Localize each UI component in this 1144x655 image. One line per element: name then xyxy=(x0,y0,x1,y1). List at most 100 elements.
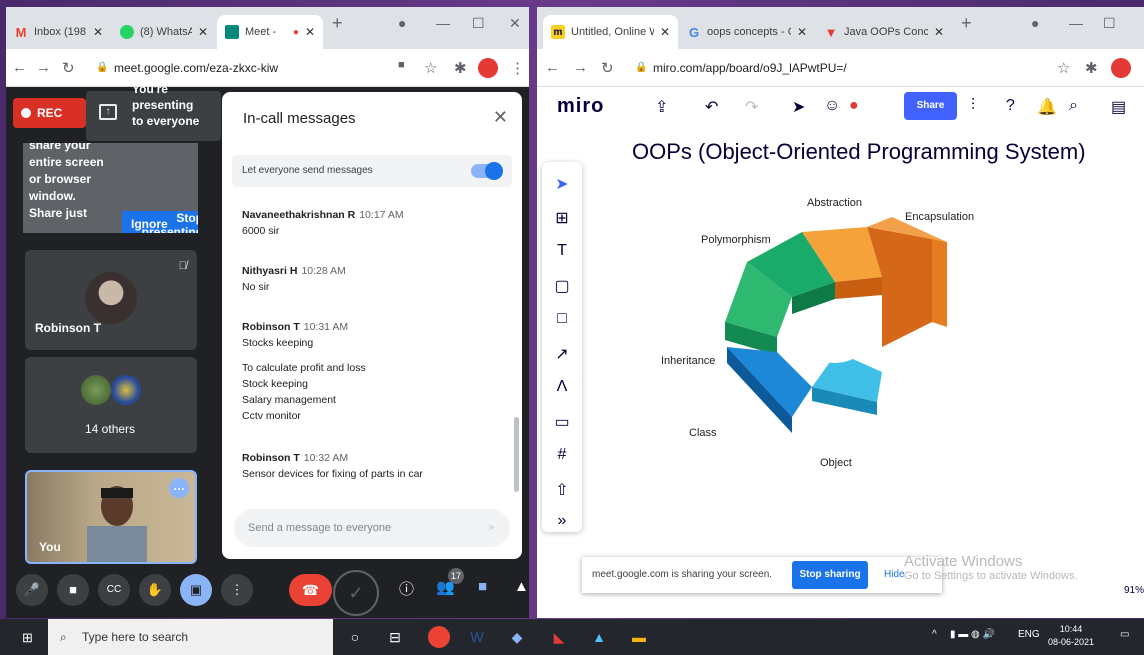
close-icon[interactable]: ✕ xyxy=(93,25,103,39)
reaction-icon[interactable]: ☺ xyxy=(824,97,840,115)
close-window-button[interactable]: ✕ xyxy=(509,15,521,32)
notes-icon[interactable]: ▤ xyxy=(1111,97,1126,117)
tab-search-icon[interactable]: ● xyxy=(1031,15,1039,31)
captions-button[interactable]: CC xyxy=(98,574,130,606)
forward-icon[interactable]: → xyxy=(36,59,51,76)
pdf-icon[interactable]: ◣ xyxy=(548,626,570,648)
app-icon[interactable]: ◆ xyxy=(506,626,528,648)
undo-icon[interactable]: ↶ xyxy=(705,97,718,117)
stop-sharing-button[interactable]: Stop sharing xyxy=(792,561,868,589)
select-tool-icon[interactable]: ➤ xyxy=(542,174,582,194)
clock[interactable]: 10:44 08-06-2021 xyxy=(1048,623,1094,649)
tab-whatsapp[interactable]: (8) WhatsA ✕ xyxy=(112,15,216,49)
photos-icon[interactable]: ▲ xyxy=(588,626,610,648)
cortana-icon[interactable]: ○ xyxy=(344,626,366,648)
send-icon[interactable]: ➤ xyxy=(487,509,496,547)
back-icon[interactable]: ← xyxy=(545,59,560,76)
more-tools-icon[interactable]: » xyxy=(542,512,582,530)
participant-tile[interactable]: 14 others xyxy=(25,357,197,453)
activities-icon[interactable]: ▲ xyxy=(514,578,529,595)
leave-call-button[interactable]: ☎ xyxy=(289,574,332,606)
file-explorer-icon[interactable]: ▬ xyxy=(628,626,650,648)
tab-javatpoint[interactable]: ▼ Java OOPs Concep ✕ xyxy=(816,15,952,49)
tab-google[interactable]: G oops concepts - G ✕ xyxy=(679,15,815,49)
sticky-note-icon[interactable]: ▢ xyxy=(542,276,582,296)
close-icon[interactable]: ✕ xyxy=(934,25,944,39)
collaborator-avatar[interactable]: ● xyxy=(849,97,859,115)
profile-avatar[interactable] xyxy=(478,58,498,78)
tray-chevron-icon[interactable]: ^ xyxy=(932,629,937,640)
zoom-level[interactable]: 91% xyxy=(1124,585,1144,596)
more-options-icon[interactable]: … xyxy=(169,478,189,498)
profile-avatar[interactable] xyxy=(1111,58,1131,78)
address-bar[interactable]: 🔒 miro.com/app/board/o9J_lAPwtPU=/ xyxy=(625,55,1065,81)
self-video-tile[interactable]: … You xyxy=(25,470,197,564)
info-icon[interactable]: ⓘ xyxy=(399,578,414,599)
notification-icon[interactable]: ▭ xyxy=(1120,629,1129,640)
raise-hand-button[interactable]: ✋ xyxy=(139,574,171,606)
task-view-icon[interactable]: ⊟ xyxy=(384,626,406,648)
tab-gmail[interactable]: M Inbox (198 ✕ xyxy=(6,15,111,49)
people-icon[interactable]: 👥 xyxy=(436,578,455,596)
star-icon[interactable]: ☆ xyxy=(1057,59,1070,77)
text-tool-icon[interactable]: T xyxy=(542,242,582,260)
arrow-tool-icon[interactable]: ↗ xyxy=(542,344,582,364)
language-indicator[interactable]: ENG xyxy=(1018,629,1040,640)
close-icon[interactable]: ✕ xyxy=(198,25,208,39)
close-icon[interactable]: ✕ xyxy=(660,25,670,39)
new-tab-button[interactable]: + xyxy=(961,13,972,34)
taskbar-search[interactable]: ⌕ Type here to search xyxy=(48,619,333,655)
hide-button[interactable]: Hide xyxy=(884,569,905,580)
check-icon[interactable]: ✓ xyxy=(333,570,379,616)
maximize-button[interactable]: ☐ xyxy=(1103,15,1116,32)
cast-icon[interactable]: ■ xyxy=(398,59,405,71)
comment-tool-icon[interactable]: ▭ xyxy=(542,412,582,432)
participant-tile[interactable]: 🎙̸ Robinson T xyxy=(25,250,197,350)
close-icon[interactable]: ✕ xyxy=(797,25,807,39)
camera-button[interactable]: ■ xyxy=(57,574,89,606)
chat-icon[interactable]: ■ xyxy=(478,578,487,595)
upload-tool-icon[interactable]: ⇧ xyxy=(542,480,582,500)
help-icon[interactable]: ? xyxy=(1006,97,1015,115)
shape-tool-icon[interactable]: □ xyxy=(542,310,582,328)
template-tool-icon[interactable]: ⊞ xyxy=(542,208,582,228)
present-button[interactable]: ▣ xyxy=(180,574,212,606)
extensions-icon[interactable]: ✱ xyxy=(454,59,467,77)
menu-icon[interactable]: ⋮ xyxy=(510,59,525,77)
close-icon[interactable]: ✕ xyxy=(305,25,315,39)
send-permission-toggle[interactable] xyxy=(471,162,503,180)
share-button[interactable]: Share xyxy=(904,92,957,120)
new-tab-button[interactable]: + xyxy=(332,13,343,34)
chrome-icon[interactable] xyxy=(428,626,450,648)
pen-tool-icon[interactable]: Λ xyxy=(542,378,582,396)
chat-input[interactable]: Send a message to everyone ➤ xyxy=(234,509,510,547)
minimize-button[interactable]: — xyxy=(1069,15,1083,31)
bell-icon[interactable]: 🔔 xyxy=(1037,97,1057,117)
frame-tool-icon[interactable]: # xyxy=(542,446,582,464)
star-icon[interactable]: ☆ xyxy=(424,59,437,77)
extensions-icon[interactable]: ✱ xyxy=(1085,59,1098,77)
windows-start-icon[interactable]: ⊞ xyxy=(22,630,33,646)
forward-icon[interactable]: → xyxy=(573,59,588,76)
minimize-button[interactable]: — xyxy=(436,15,450,31)
reload-icon[interactable]: ↻ xyxy=(62,59,75,77)
maximize-button[interactable]: ☐ xyxy=(472,15,485,32)
cursor-icon[interactable]: ➤ xyxy=(792,97,805,117)
more-options-button[interactable]: ⋮ xyxy=(221,574,253,606)
ignore-button[interactable]: Ignore xyxy=(131,217,168,231)
chat-scrollbar[interactable] xyxy=(514,417,519,492)
upload-icon[interactable]: ⇪ xyxy=(655,97,668,117)
address-bar[interactable]: 🔒 meet.google.com/eza-zkxc-kiw xyxy=(86,55,401,81)
search-icon[interactable]: ⌕ xyxy=(1069,97,1078,115)
redo-icon[interactable]: ↷ xyxy=(745,97,758,117)
tray-icons[interactable]: ▮ ▬ ◍ 🔊 xyxy=(950,629,995,640)
settings-sliders-icon[interactable]: ⫶ xyxy=(971,97,975,115)
back-icon[interactable]: ← xyxy=(12,59,27,76)
word-icon[interactable]: W xyxy=(466,626,488,648)
close-chat-button[interactable]: ✕ xyxy=(493,107,508,128)
tab-miro[interactable]: m Untitled, Online W ✕ xyxy=(543,15,678,49)
tab-search-icon[interactable]: ● xyxy=(398,15,406,31)
mic-button[interactable]: 🎤 xyxy=(16,574,48,606)
tab-meet[interactable]: Meet - ● ✕ xyxy=(217,15,323,49)
reload-icon[interactable]: ↻ xyxy=(601,59,614,77)
